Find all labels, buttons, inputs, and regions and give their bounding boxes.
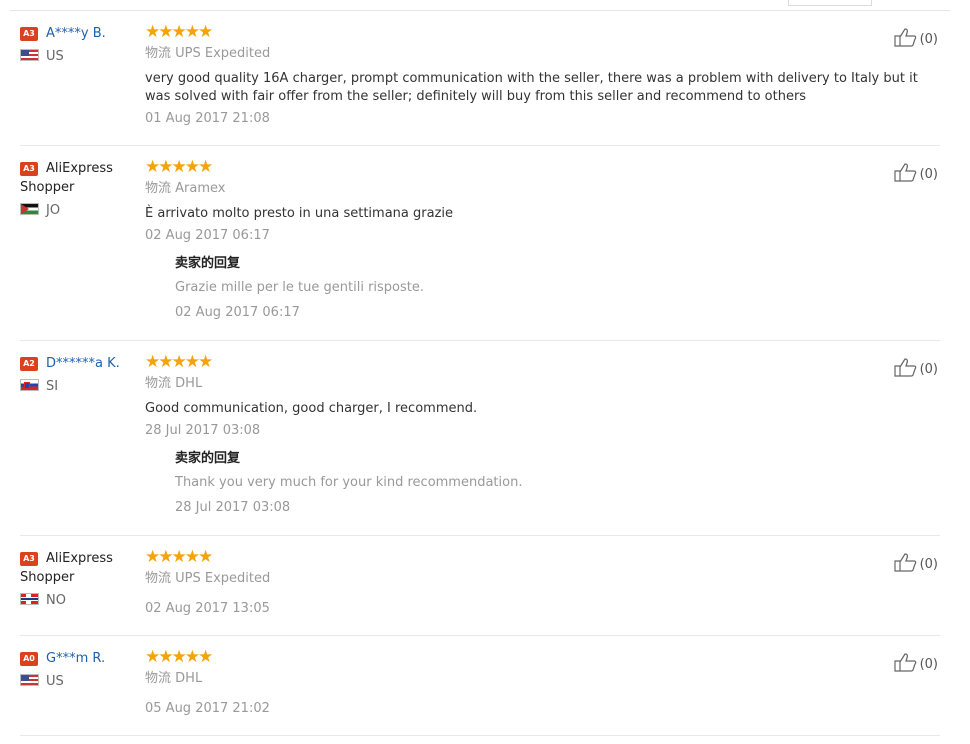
helpful-count: (0)	[919, 32, 938, 47]
thumbs-up-icon	[893, 358, 916, 377]
helpful-button[interactable]: (0)	[893, 652, 938, 674]
buyer-name-line2: Shopper	[20, 180, 75, 195]
buyer-country: JO	[20, 203, 138, 219]
buyer-level-badge: A3	[20, 27, 38, 41]
buyer-level-badge: A3	[20, 552, 38, 566]
rating-stars: ★★★★★	[145, 547, 213, 567]
country-code: JO	[46, 203, 61, 218]
us-flag-icon	[20, 49, 39, 61]
buyer-level-badge: A2	[20, 357, 38, 371]
seller-reply-title: 卖家的回复	[175, 256, 241, 271]
thumbs-up-icon	[893, 653, 916, 672]
logistics-label: 物流	[145, 181, 172, 196]
helpful-button[interactable]: (0)	[893, 552, 938, 574]
seller-reply: 卖家的回复 Grazie mille per le tue gentili ri…	[175, 256, 935, 321]
buyer-country: NO	[20, 593, 138, 609]
buyer-country: US	[20, 49, 138, 65]
country-code: US	[46, 674, 64, 689]
helpful-count: (0)	[919, 557, 938, 572]
review-item: A2 D******a K. SI ★★★★★ 物流 DHL Good commu…	[20, 354, 940, 536]
helpful-button[interactable]: (0)	[893, 27, 938, 49]
buyer-info: A2 D******a K. SI	[20, 354, 138, 395]
review-text: Good communication, good charger, I reco…	[145, 401, 478, 416]
logistics-label: 物流	[145, 671, 172, 686]
helpful-count: (0)	[919, 362, 938, 377]
seller-reply-text: Grazie mille per le tue gentili risposte…	[175, 280, 425, 295]
review-date: 02 Aug 2017 13:05	[145, 601, 270, 616]
review-item: A3 AliExpress Shopper NO ★★★★★ 物流 UPS Expe…	[20, 549, 940, 636]
seller-reply-date: 28 Jul 2017 03:08	[175, 500, 291, 515]
helpful-button[interactable]: (0)	[893, 162, 938, 184]
buyer-info: A3 AliExpress Shopper NO	[20, 549, 138, 609]
review-text: È arrivato molto presto in una settimana…	[145, 206, 454, 221]
review-item: A0 G***m R. US ★★★★★ 物流 DHL 05 Aug 2017 2…	[20, 649, 940, 736]
jo-flag-icon	[20, 203, 39, 215]
buyer-name-link[interactable]: G***m R.	[46, 651, 105, 666]
review-content: ★★★★★ 物流 DHL 05 Aug 2017 21:02	[145, 649, 935, 717]
rating-stars: ★★★★★	[145, 22, 213, 42]
logistics-info: 物流 UPS Expedited	[145, 571, 935, 587]
review-text: very good quality 16A charger, prompt co…	[145, 71, 918, 104]
review-content: ★★★★★ 物流 Aramex È arrivato molto presto …	[145, 159, 935, 321]
buyer-name-link[interactable]: A****y B.	[46, 26, 106, 41]
buyer-country: SI	[20, 379, 138, 395]
review-item: A3 A****y B. US ★★★★★ 物流 UPS Expedited ve…	[20, 24, 940, 146]
seller-reply: 卖家的回复 Thank you very much for your kind …	[175, 451, 935, 516]
buyer-info: A3 AliExpress Shopper JO	[20, 159, 138, 219]
thumbs-up-icon	[893, 553, 916, 572]
logistics-info: 物流 UPS Expedited	[145, 46, 935, 62]
country-code: US	[46, 49, 64, 64]
logistics-label: 物流	[145, 376, 172, 391]
seller-reply-date: 02 Aug 2017 06:17	[175, 305, 300, 320]
thumbs-up-icon	[893, 28, 916, 47]
review-content: ★★★★★ 物流 UPS Expedited very good quality…	[145, 24, 935, 127]
top-pagination-tab[interactable]	[788, 0, 872, 6]
logistics-value: UPS Expedited	[175, 571, 271, 586]
logistics-value: DHL	[175, 376, 203, 391]
helpful-button[interactable]: (0)	[893, 357, 938, 379]
review-date: 01 Aug 2017 21:08	[145, 111, 270, 126]
top-divider	[10, 10, 950, 11]
buyer-info: A3 A****y B. US	[20, 24, 138, 65]
buyer-country: US	[20, 674, 138, 690]
buyer-name-line2: Shopper	[20, 570, 75, 585]
logistics-value: UPS Expedited	[175, 46, 271, 61]
buyer-level-badge: A0	[20, 652, 38, 666]
logistics-info: 物流 DHL	[145, 671, 935, 687]
logistics-value: DHL	[175, 671, 203, 686]
country-code: NO	[46, 593, 66, 608]
logistics-value: Aramex	[175, 181, 226, 196]
rating-stars: ★★★★★	[145, 157, 213, 177]
review-content: ★★★★★ 物流 DHL Good communication, good ch…	[145, 354, 935, 516]
us-flag-icon	[20, 674, 39, 686]
logistics-label: 物流	[145, 46, 172, 61]
no-flag-icon	[20, 593, 39, 605]
helpful-count: (0)	[919, 657, 938, 672]
rating-stars: ★★★★★	[145, 352, 213, 372]
logistics-info: 物流 Aramex	[145, 181, 935, 197]
review-date: 28 Jul 2017 03:08	[145, 423, 261, 438]
review-content: ★★★★★ 物流 UPS Expedited 02 Aug 2017 13:05	[145, 549, 935, 617]
helpful-count: (0)	[919, 167, 938, 182]
country-code: SI	[46, 379, 59, 394]
review-item: A3 AliExpress Shopper JO ★★★★★ 物流 Aramex È…	[20, 159, 940, 341]
review-date: 02 Aug 2017 06:17	[145, 228, 270, 243]
rating-stars: ★★★★★	[145, 647, 213, 667]
logistics-label: 物流	[145, 571, 172, 586]
buyer-name-link[interactable]: D******a K.	[46, 356, 120, 371]
buyer-name: AliExpress	[46, 551, 113, 566]
si-flag-icon	[20, 379, 39, 391]
buyer-name: AliExpress	[46, 161, 113, 176]
logistics-info: 物流 DHL	[145, 376, 935, 392]
review-date: 05 Aug 2017 21:02	[145, 701, 270, 716]
buyer-info: A0 G***m R. US	[20, 649, 138, 690]
seller-reply-title: 卖家的回复	[175, 451, 241, 466]
buyer-level-badge: A3	[20, 162, 38, 176]
thumbs-up-icon	[893, 163, 916, 182]
seller-reply-text: Thank you very much for your kind recomm…	[175, 475, 523, 490]
